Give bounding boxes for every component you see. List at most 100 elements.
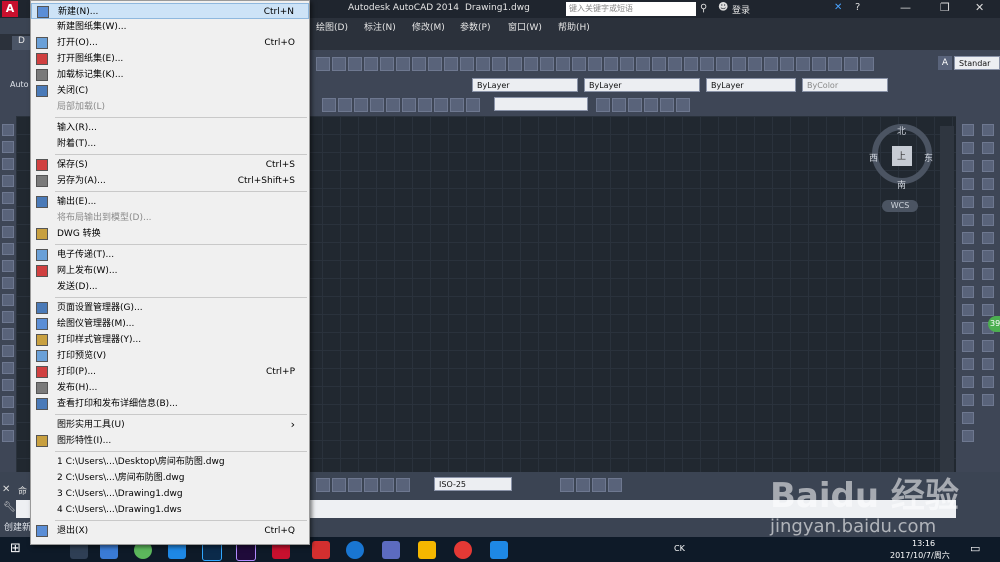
menu-dimension[interactable]: 标注(N) bbox=[364, 20, 396, 33]
modify-tool[interactable] bbox=[962, 232, 974, 244]
toolbar-button[interactable] bbox=[380, 57, 394, 71]
modify-tool[interactable] bbox=[962, 394, 974, 406]
help-icon[interactable]: ? bbox=[855, 2, 860, 13]
file-menu-item[interactable]: 发布(H)... bbox=[31, 380, 309, 396]
ellipse-tool[interactable] bbox=[2, 277, 14, 289]
compass-west[interactable]: 西 bbox=[869, 151, 878, 164]
toolbar-button[interactable] bbox=[524, 57, 538, 71]
modify-tool[interactable] bbox=[962, 160, 974, 172]
lineweight-combo[interactable]: ByLayer bbox=[706, 78, 796, 92]
toolbar-button[interactable] bbox=[700, 57, 714, 71]
toolbar-button[interactable] bbox=[684, 57, 698, 71]
toolbar-button[interactable] bbox=[644, 98, 658, 112]
login-link[interactable]: 登录 bbox=[732, 3, 750, 16]
ellipse-arc-tool[interactable] bbox=[2, 294, 14, 306]
modify-tool[interactable] bbox=[962, 268, 974, 280]
toolbar-button[interactable] bbox=[576, 478, 590, 492]
toolbar-button[interactable] bbox=[860, 57, 874, 71]
text-style-icon[interactable]: A bbox=[938, 56, 952, 70]
region-tool[interactable] bbox=[2, 396, 14, 408]
menu-parametric[interactable]: 参数(P) bbox=[460, 20, 490, 33]
modify-tool[interactable] bbox=[982, 160, 994, 172]
toolbar-button[interactable] bbox=[780, 57, 794, 71]
minimize-button[interactable]: — bbox=[900, 1, 911, 14]
toolbar-button[interactable] bbox=[322, 98, 336, 112]
polygon-tool[interactable] bbox=[2, 175, 14, 187]
wcs-menu[interactable]: WCS bbox=[882, 200, 918, 212]
notification-center-icon[interactable]: ▭ bbox=[970, 542, 980, 555]
toolbar-button[interactable] bbox=[354, 98, 368, 112]
toolbar-button[interactable] bbox=[364, 478, 378, 492]
toolbar-button[interactable] bbox=[492, 57, 506, 71]
color-combo[interactable]: ByLayer bbox=[472, 78, 578, 92]
file-menu-item[interactable]: 电子传递(T)... bbox=[31, 247, 309, 263]
drawing-tab[interactable]: D bbox=[12, 36, 30, 50]
toolbar-button[interactable] bbox=[332, 57, 346, 71]
toolbar-button[interactable] bbox=[364, 57, 378, 71]
modify-tool[interactable] bbox=[962, 178, 974, 190]
file-menu-item[interactable]: 输出(E)... bbox=[31, 194, 309, 210]
modify-tool[interactable] bbox=[962, 250, 974, 262]
table-tool[interactable] bbox=[2, 413, 14, 425]
toolbar-button[interactable] bbox=[612, 98, 626, 112]
taskbar-app-icon[interactable] bbox=[346, 541, 364, 559]
toolbar-button[interactable] bbox=[620, 57, 634, 71]
compass-south[interactable]: 南 bbox=[897, 178, 906, 191]
toolbar-button[interactable] bbox=[412, 57, 426, 71]
viewcube-face[interactable]: 上 bbox=[892, 146, 912, 166]
toolbar-button[interactable] bbox=[652, 57, 666, 71]
file-menu-item[interactable]: 1 C:\Users\...\Desktop\房间布防图.dwg bbox=[31, 454, 309, 470]
toolbar-button[interactable] bbox=[316, 57, 330, 71]
exchange-icon[interactable]: ✕ bbox=[834, 2, 842, 13]
toolbar-button[interactable] bbox=[540, 57, 554, 71]
make-block-tool[interactable] bbox=[2, 328, 14, 340]
modify-tool[interactable] bbox=[982, 250, 994, 262]
modify-tool[interactable] bbox=[962, 286, 974, 298]
toolbar-button[interactable] bbox=[370, 98, 384, 112]
menu-help[interactable]: 帮助(H) bbox=[558, 20, 590, 33]
modify-tool[interactable] bbox=[982, 214, 994, 226]
search-input[interactable]: 键入关键字或短语 bbox=[566, 2, 696, 16]
file-menu-item[interactable]: 4 C:\Users\...\Drawing1.dws bbox=[31, 502, 309, 518]
toolbar-button[interactable] bbox=[732, 57, 746, 71]
insert-block-tool[interactable] bbox=[2, 311, 14, 323]
toolbar-button[interactable] bbox=[844, 57, 858, 71]
file-menu-item[interactable]: 退出(X) Ctrl+Q bbox=[31, 523, 309, 539]
file-explorer-icon[interactable] bbox=[418, 541, 436, 559]
modify-tool[interactable] bbox=[982, 232, 994, 244]
wps-icon[interactable] bbox=[490, 541, 508, 559]
windows-start-icon[interactable]: ⊞ bbox=[10, 542, 24, 556]
view-combo[interactable] bbox=[494, 97, 588, 111]
notification-badge[interactable]: 39 bbox=[988, 316, 1000, 332]
file-menu-item[interactable]: 页面设置管理器(G)... bbox=[31, 300, 309, 316]
clock-date[interactable]: 2017/10/7/周六 bbox=[890, 550, 950, 561]
modify-tool[interactable] bbox=[962, 376, 974, 388]
modify-tool[interactable] bbox=[982, 124, 994, 136]
polyline-tool[interactable] bbox=[2, 158, 14, 170]
modify-tool[interactable] bbox=[982, 178, 994, 190]
file-menu-item[interactable]: 查看打印和发布详细信息(B)... bbox=[31, 396, 309, 412]
toolbar-button[interactable] bbox=[396, 478, 410, 492]
file-menu-item[interactable]: 图形特性(I)... bbox=[31, 433, 309, 449]
toolbar-button[interactable] bbox=[812, 57, 826, 71]
file-menu-item[interactable]: 3 C:\Users\...\Drawing1.dwg bbox=[31, 486, 309, 502]
workspace-label[interactable]: Auto bbox=[10, 80, 29, 89]
menu-modify[interactable]: 修改(M) bbox=[412, 20, 445, 33]
file-menu-item[interactable]: 打印预览(V) bbox=[31, 348, 309, 364]
toolbar-button[interactable] bbox=[460, 57, 474, 71]
modify-tool[interactable] bbox=[962, 142, 974, 154]
file-menu-item[interactable]: 新建(N)... Ctrl+N bbox=[31, 3, 309, 19]
construction-line-tool[interactable] bbox=[2, 141, 14, 153]
modify-tool[interactable] bbox=[962, 322, 974, 334]
toolbar-button[interactable] bbox=[466, 98, 480, 112]
modify-tool[interactable] bbox=[982, 394, 994, 406]
file-menu-item[interactable]: 保存(S) Ctrl+S bbox=[31, 157, 309, 173]
toolbar-button[interactable] bbox=[668, 57, 682, 71]
toolbar-button[interactable] bbox=[676, 98, 690, 112]
toolbar-button[interactable] bbox=[588, 57, 602, 71]
toolbar-button[interactable] bbox=[556, 57, 570, 71]
restore-button[interactable]: ❐ bbox=[940, 1, 950, 14]
modify-tool[interactable] bbox=[982, 340, 994, 352]
circle-tool[interactable] bbox=[2, 226, 14, 238]
toolbar-button[interactable] bbox=[628, 98, 642, 112]
